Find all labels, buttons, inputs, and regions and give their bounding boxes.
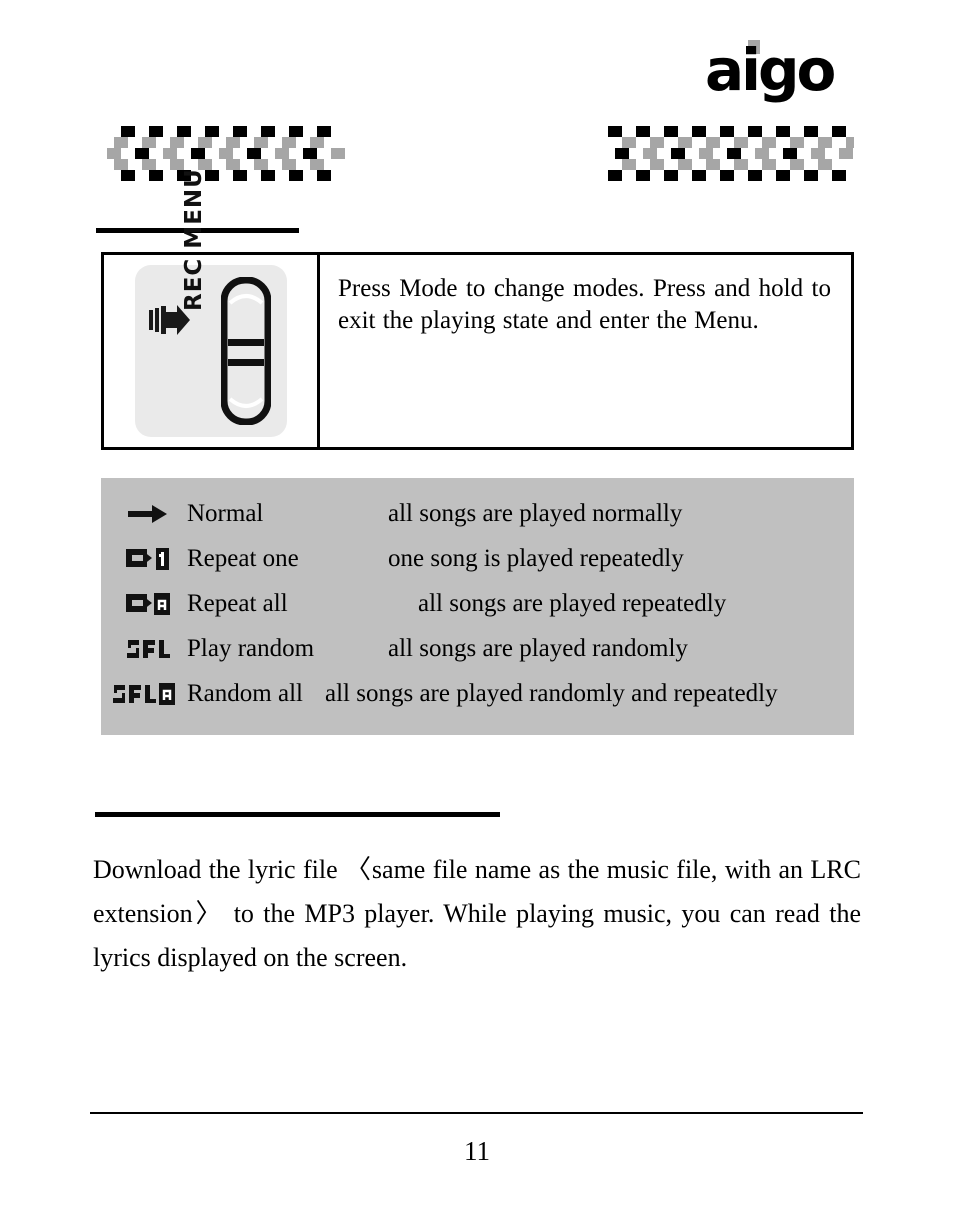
repeat-all-icon-svg	[126, 592, 170, 615]
mode-button-photo: REC MENU	[134, 168, 287, 437]
shuffle-icon-svg	[127, 639, 170, 658]
key-description-text: Press Mode to change modes. Press and ho…	[338, 275, 831, 334]
key-image-cell: REC MENU	[104, 168, 320, 447]
aigo-logo-svg: aigo	[705, 36, 838, 104]
play-mode-row: Play random all songs are played randoml…	[101, 626, 854, 671]
shuffle-icon	[101, 626, 187, 671]
checker-row-3	[107, 148, 345, 159]
footer-divider	[90, 1112, 863, 1114]
play-mode-name: Play random	[187, 635, 315, 662]
checker-row-4	[114, 159, 324, 170]
key-description-table: REC MENU Press Mode to change modes. Pre…	[101, 168, 854, 450]
arrow-right-icon-svg	[128, 504, 167, 523]
checker-decoration-right	[604, 126, 854, 187]
repeat-one-icon-svg	[126, 547, 169, 570]
shuffle-repeat-icon-svg	[113, 682, 175, 705]
shuffle-repeat-icon	[101, 671, 187, 716]
play-mode-description: all songs are played randomly	[388, 635, 688, 662]
play-mode-description: all songs are played repeatedly	[418, 590, 727, 617]
key-text-cell: Press Mode to change modes. Press and ho…	[320, 255, 851, 447]
play-mode-description: all songs are played normally	[388, 500, 683, 527]
checker-row-5	[121, 170, 331, 181]
play-modes-panel: Normal all songs are played normally Rep…	[101, 478, 854, 735]
checker-row-2	[114, 137, 324, 148]
lyrics-paragraph: Download the lyric file 〈same file name …	[93, 855, 861, 972]
checker-row-1	[608, 126, 846, 137]
manual-page: aigo REC MENU Press Mode to change modes…	[0, 0, 954, 1220]
rocker-switch-icon	[220, 277, 271, 425]
rec-menu-label: REC MENU	[180, 168, 207, 311]
checker-row-2	[622, 137, 854, 148]
page-number: 11	[464, 1136, 490, 1166]
checker-row-5	[608, 170, 846, 181]
play-mode-description: all songs are played randomly and repeat…	[325, 680, 778, 707]
checker-row-4	[622, 159, 832, 170]
play-mode-row: Random all all songs are played randomly…	[101, 671, 854, 716]
checker-left-svg	[107, 126, 345, 181]
play-mode-name: Repeat one	[187, 545, 299, 572]
play-mode-name: Random all	[187, 680, 303, 707]
play-mode-name: Repeat all	[187, 590, 288, 617]
arrow-right-icon	[101, 491, 187, 536]
aigo-logo: aigo	[705, 36, 855, 108]
play-mode-description: one song is played repeatedly	[388, 545, 684, 572]
checker-row-3	[615, 148, 853, 159]
play-mode-name: Normal	[187, 500, 264, 527]
section-rule-lyrics	[95, 812, 500, 817]
aigo-logo-text: aigo	[705, 38, 835, 104]
checker-decoration-left	[103, 126, 353, 187]
repeat-all-icon	[101, 581, 187, 626]
play-mode-row: Repeat all all songs are played repeated…	[101, 581, 854, 626]
checker-right-svg	[608, 126, 854, 181]
checker-row-1	[121, 126, 331, 137]
repeat-one-icon	[101, 536, 187, 581]
play-mode-row: Normal all songs are played normally	[101, 491, 854, 536]
play-mode-row: Repeat one one song is played repeatedly	[101, 536, 854, 581]
